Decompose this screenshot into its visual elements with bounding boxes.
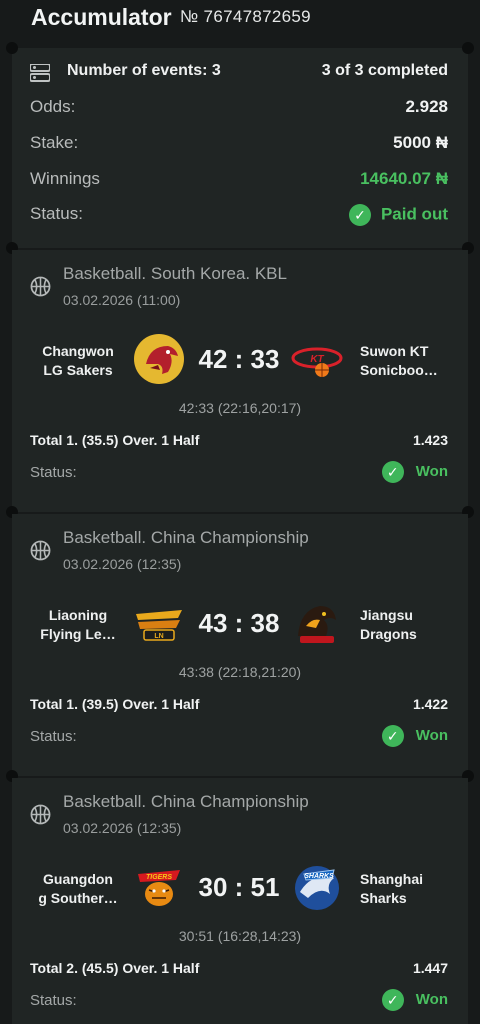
svg-text:SHARKS: SHARKS (304, 873, 334, 880)
bet-market: Total 2. (45.5) Over. 1 Half (30, 960, 200, 976)
winnings-row: Winnings 14640.07 ₦ (30, 169, 448, 193)
ticket-number: № 76747872659 (180, 7, 311, 26)
home-team-line: LG Sakers (43, 362, 113, 378)
status-label: Status: (30, 464, 77, 481)
check-circle-icon: ✓ (381, 989, 404, 1011)
home-team: Liaoning Flying Le… (30, 606, 126, 644)
events-count-label: Number of events: 3 (67, 62, 221, 79)
home-team-line: Flying Le… (40, 626, 116, 642)
sonicboom-logo-icon: KT (291, 347, 343, 377)
home-team: Guangdon g Souther… (30, 870, 126, 908)
bet-odds: 1.447 (412, 960, 448, 976)
away-team: Suwon KT Sonicboo… (360, 342, 456, 380)
score-detail: 30:51 (16:28,14:23) (178, 928, 302, 944)
home-team-line: g Souther… (38, 890, 118, 906)
home-team-line: Changwon (42, 343, 114, 359)
events-count-row: Number of events: 3 3 of 3 completed (30, 62, 448, 86)
check-circle-icon: ✓ (381, 725, 404, 747)
lg-sakers-logo-icon (134, 334, 184, 384)
home-team: Changwon LG Sakers (30, 342, 126, 380)
stake-row: Stake: 5000 ₦ (30, 133, 448, 157)
score-detail: 43:38 (22:18,21:20) (178, 664, 302, 680)
league-name: Basketball. China Championship (63, 528, 309, 547)
home-team-line: Guangdon (43, 871, 113, 887)
odds-row: Odds: 2.928 (30, 97, 448, 121)
status-label: Status: (30, 992, 77, 1009)
stake-label: Stake: (30, 133, 79, 152)
event-date: 03.02.2026 (12:35) (63, 820, 182, 836)
event-card[interactable]: Basketball. China Championship 03.02.202… (12, 778, 468, 1024)
odds-label: Odds: (30, 97, 76, 116)
status-value: Won (415, 462, 448, 480)
svg-text:LN: LN (154, 633, 163, 640)
winnings-label: Winnings (30, 169, 100, 188)
league-name: Basketball. China Championship (63, 792, 309, 811)
bet-odds: 1.423 (412, 432, 448, 448)
jiangsu-dragons-logo-icon (298, 606, 336, 643)
event-card[interactable]: Basketball. China Championship 03.02.202… (6, 514, 474, 782)
events-list-icon (30, 64, 50, 82)
page-title: Accumulator (31, 4, 172, 30)
away-team-line: Jiangsu (360, 607, 413, 623)
status-label: Status: (30, 204, 83, 223)
status-value: Won (415, 990, 448, 1008)
stake-value: 5000 ₦ (393, 133, 448, 152)
score-detail: 42:33 (22:16,20:17) (178, 400, 302, 416)
away-team-line: Suwon KT (360, 343, 429, 359)
bet-market: Total 1. (35.5) Over. 1 Half (30, 432, 200, 448)
event-date: 03.02.2026 (12:35) (63, 556, 182, 572)
southern-tigers-logo-icon: TIGERS (138, 870, 180, 906)
status-won: ✓ Won (381, 725, 448, 747)
league-name: Basketball. South Korea. KBL (63, 264, 287, 283)
away-team-line: Sharks (360, 890, 407, 906)
flying-leopards-logo-icon: LN (136, 610, 182, 641)
status-value: Paid out (380, 204, 448, 224)
status-paid-out: ✓ Paid out (348, 204, 448, 226)
basketball-icon (30, 804, 51, 825)
ticket-notch (6, 42, 18, 54)
away-team-line: Shanghai (360, 871, 424, 887)
home-team-line: Liaoning (48, 607, 108, 623)
status-label: Status: (30, 728, 77, 745)
shanghai-sharks-logo-icon: SHARKS (295, 866, 339, 910)
bet-odds: 1.422 (412, 696, 448, 712)
ticket-notch (462, 42, 474, 54)
svg-text:TIGERS: TIGERS (146, 874, 172, 881)
basketball-icon (30, 276, 51, 297)
bet-market: Total 1. (39.5) Over. 1 Half (30, 696, 200, 712)
basketball-icon (30, 540, 51, 561)
away-team: Shanghai Sharks (360, 870, 456, 908)
match-score: 42 : 33 (198, 344, 280, 374)
odds-value: 2.928 (405, 97, 448, 116)
check-circle-icon: ✓ (348, 204, 371, 226)
completed-count: 3 of 3 completed (321, 62, 448, 79)
match-score: 30 : 51 (198, 872, 280, 902)
status-row: Status: ✓ Paid out (30, 204, 448, 228)
away-team: Jiangsu Dragons (360, 606, 456, 644)
event-card[interactable]: Basketball. South Korea. KBL 03.02.2026 … (6, 250, 474, 518)
away-team-line: Dragons (360, 626, 417, 642)
check-circle-icon: ✓ (381, 461, 404, 483)
header: Accumulator № 76747872659 (0, 0, 480, 42)
away-team-line: Sonicboo… (360, 362, 438, 378)
winnings-value: 14640.07 ₦ (360, 169, 448, 188)
summary-card: Number of events: 3 3 of 3 completed Odd… (6, 42, 474, 254)
status-won: ✓ Won (381, 989, 448, 1011)
match-score: 43 : 38 (198, 608, 280, 638)
status-won: ✓ Won (381, 461, 448, 483)
status-value: Won (415, 726, 448, 744)
event-date: 03.02.2026 (11:00) (63, 292, 181, 308)
